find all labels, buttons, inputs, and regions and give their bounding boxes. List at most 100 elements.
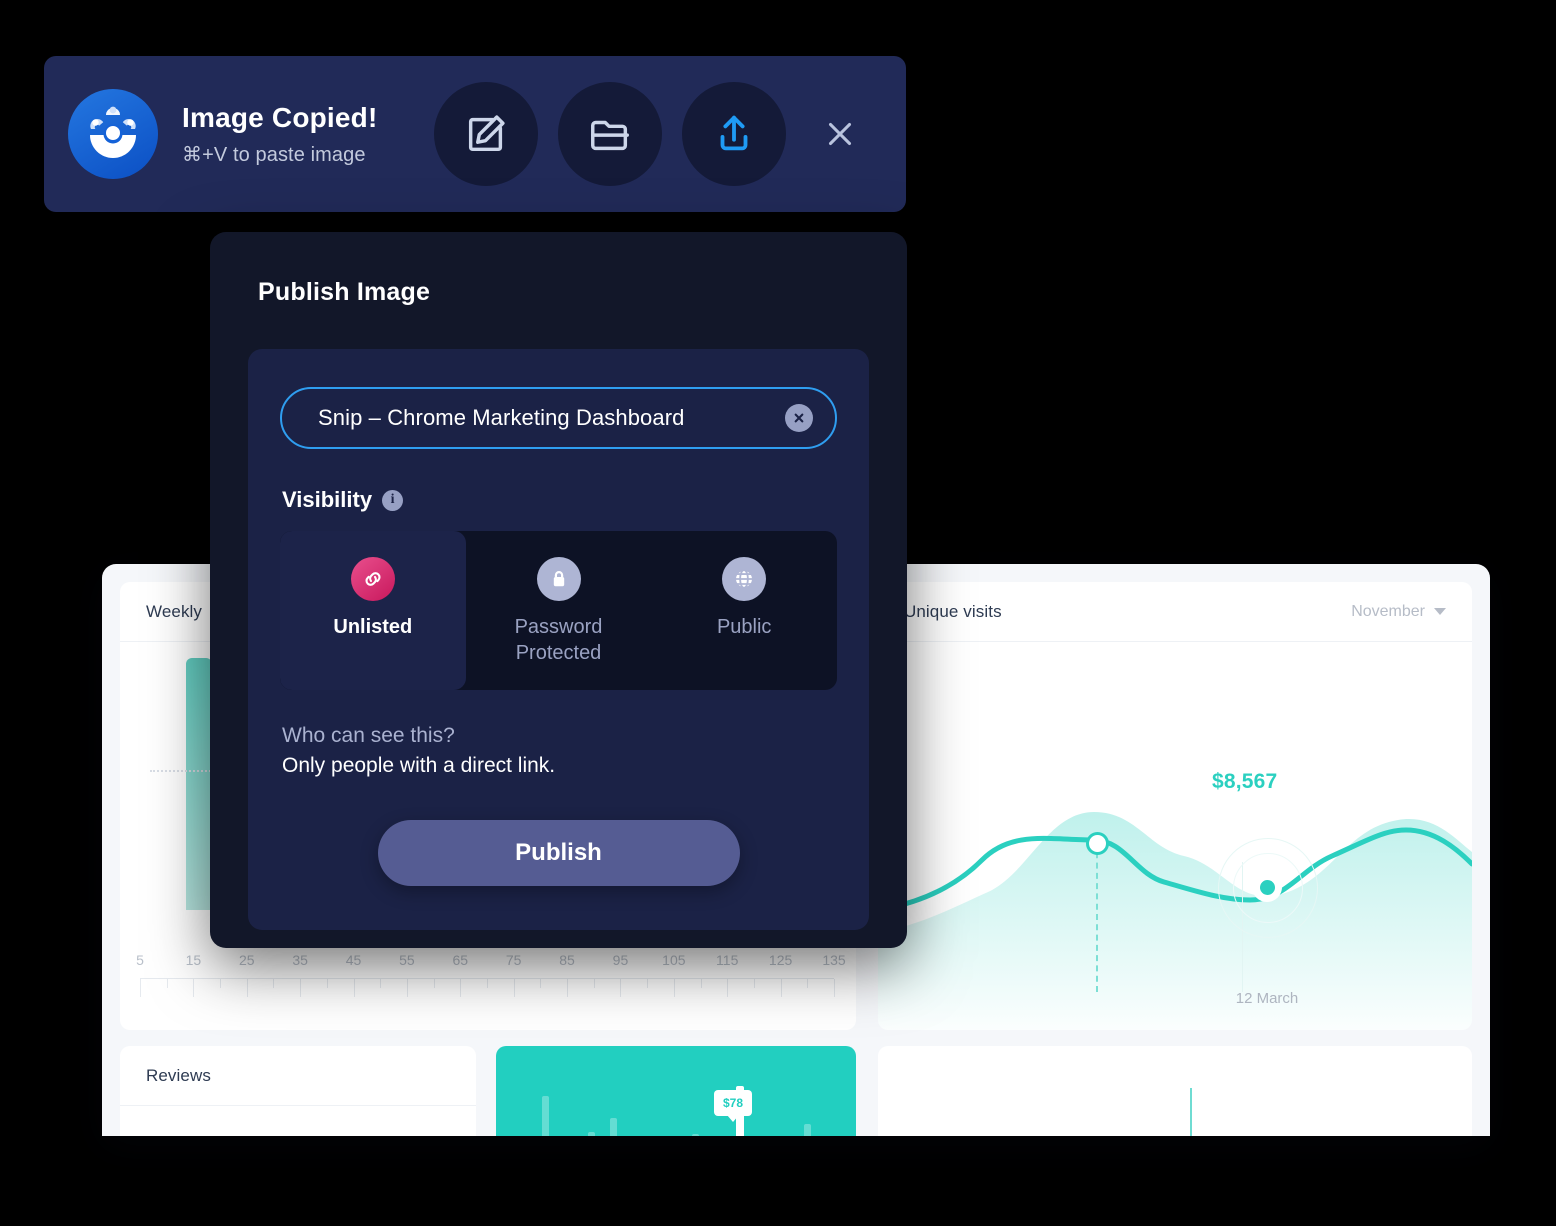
weekly-axis-tick-minor	[273, 979, 275, 988]
teal-metric-card: $78	[496, 1046, 856, 1136]
weekly-bar	[186, 658, 212, 910]
visits-date-label: 12 March	[1235, 990, 1299, 1007]
teal-bar	[804, 1124, 811, 1136]
weekly-axis-tick-minor	[753, 979, 755, 988]
weekly-axis-label: 45	[345, 952, 362, 968]
weekly-axis-tick	[193, 979, 195, 997]
weekly-axis-tick	[353, 979, 355, 997]
weekly-axis-tick	[246, 979, 248, 997]
publish-button-row: Publish	[280, 820, 837, 887]
visibility-option-password-protected[interactable]: Password Protected	[466, 531, 652, 690]
image-name-input[interactable]: Snip – Chrome Marketing Dashboard	[280, 387, 837, 449]
lock-icon	[536, 557, 581, 601]
weekly-axis-tick	[780, 979, 782, 997]
weekly-axis-label: 35	[292, 952, 308, 968]
visits-point-selected[interactable]	[1252, 872, 1282, 902]
weekly-axis-tick-minor	[166, 979, 168, 988]
visibility-label: Visibility	[282, 487, 373, 512]
visibility-option-label: Public	[716, 616, 772, 638]
unique-visits-line-chart	[878, 812, 1472, 1030]
edit-image-button[interactable]	[434, 82, 538, 186]
weekly-axis-tick-minor	[433, 979, 435, 988]
weekly-axis-tick	[620, 979, 622, 997]
visibility-segmented-control: Unlisted Password Protected Public	[280, 531, 837, 691]
upload-button[interactable]	[682, 82, 786, 186]
dialog-title: Publish Image	[258, 278, 431, 306]
weekly-axis-tick	[834, 979, 835, 997]
notification-text: Image Copied! ⌘+V to paste image	[182, 102, 414, 167]
folder-icon	[591, 120, 629, 151]
publish-image-dialog: Publish Image Snip – Chrome Marketing Da…	[210, 232, 907, 948]
open-folder-button[interactable]	[558, 82, 662, 186]
weekly-axis-labels: 5 15 25 35 45 55 65 75 85 95 105 115 125 135	[136, 952, 846, 974]
reviews-card: Reviews	[120, 1046, 476, 1136]
weekly-axis-label: 95	[612, 952, 629, 968]
close-notification-button[interactable]	[808, 102, 872, 166]
weekly-axis-tick	[140, 979, 141, 997]
weekly-axis-tick	[673, 979, 675, 997]
visibility-option-public[interactable]: Public	[651, 531, 837, 690]
image-copied-notification: Image Copied! ⌘+V to paste image	[44, 56, 906, 212]
teal-bar	[692, 1134, 699, 1136]
weekly-axis-tick-minor	[807, 979, 809, 988]
weekly-axis-label: 15	[185, 952, 202, 968]
weekly-axis-tick-minor	[220, 979, 222, 988]
visits-point-hollow[interactable]	[1086, 832, 1109, 855]
publish-button[interactable]: Publish	[377, 820, 740, 887]
weekly-card-title: Weekly	[146, 601, 203, 621]
weekly-axis-label: 135	[822, 952, 846, 968]
weekly-axis-tick	[406, 979, 408, 997]
visibility-option-label: Unlisted	[333, 616, 413, 638]
weekly-axis-tick	[300, 979, 302, 997]
visibility-option-label: Password Protected	[514, 616, 603, 664]
notification-subtitle: ⌘+V to paste image	[182, 143, 366, 166]
visits-value-label: $8,567	[1212, 770, 1278, 793]
weekly-axis-tick-minor	[326, 979, 328, 988]
info-icon[interactable]: i	[382, 489, 404, 511]
upload-arrow-icon	[720, 115, 748, 151]
unique-visits-card: Unique visits November $8,567 12 March	[878, 582, 1472, 1030]
reviews-card-header: Reviews	[120, 1046, 476, 1106]
bottom-right-marker-line	[1190, 1088, 1192, 1136]
weekly-axis-tick-minor	[487, 979, 488, 988]
weekly-axis-tick	[727, 979, 729, 997]
weekly-axis-label: 55	[399, 952, 415, 968]
visits-area-fill	[878, 812, 1472, 1030]
visibility-option-unlisted[interactable]: Unlisted	[280, 531, 466, 691]
weekly-axis-label: 5	[136, 952, 144, 968]
notification-title: Image Copied!	[182, 101, 378, 133]
teal-bar	[610, 1118, 617, 1136]
unique-visits-header: Unique visits November	[878, 582, 1472, 642]
bottom-right-card	[878, 1046, 1472, 1136]
link-icon	[350, 557, 395, 601]
globe-icon	[722, 557, 767, 601]
weekly-axis-tick	[460, 979, 462, 997]
weekly-axis-ticks	[140, 978, 835, 1005]
weekly-x-axis: 5 15 25 35 45 55 65 75 85 95 105 115 125 135	[136, 952, 846, 1008]
chevron-down-icon	[1434, 608, 1446, 615]
weekly-axis-tick-minor	[647, 979, 649, 988]
teal-card-tooltip: $78	[714, 1090, 753, 1122]
weekly-axis-label: 115	[716, 952, 739, 968]
snipboard-logo-icon	[68, 89, 158, 179]
unique-visits-plot: $8,567 12 March	[878, 642, 1472, 1030]
weekly-axis-tick-minor	[540, 979, 542, 988]
teal-bar	[542, 1096, 549, 1136]
weekly-axis-tick-minor	[593, 979, 595, 988]
month-dropdown[interactable]: November	[1351, 603, 1446, 621]
unique-visits-title: Unique visits	[904, 601, 1002, 621]
weekly-axis-tick	[513, 979, 515, 997]
weekly-axis-label: 75	[505, 952, 522, 968]
close-icon	[828, 122, 852, 146]
weekly-axis-label: 65	[452, 952, 469, 968]
image-name-value: Snip – Chrome Marketing Dashboard	[318, 405, 685, 430]
weekly-axis-label: 105	[662, 952, 686, 968]
weekly-axis-label: 125	[768, 952, 793, 968]
teal-bar	[588, 1132, 595, 1136]
pencil-square-icon	[468, 115, 505, 152]
visibility-label-row: Visibility i	[282, 487, 837, 513]
clear-circle-icon[interactable]	[785, 404, 813, 432]
dialog-body-card: Snip – Chrome Marketing Dashboard Visibi…	[248, 349, 869, 931]
weekly-axis-tick	[567, 979, 569, 997]
month-dropdown-label: November	[1351, 602, 1425, 620]
